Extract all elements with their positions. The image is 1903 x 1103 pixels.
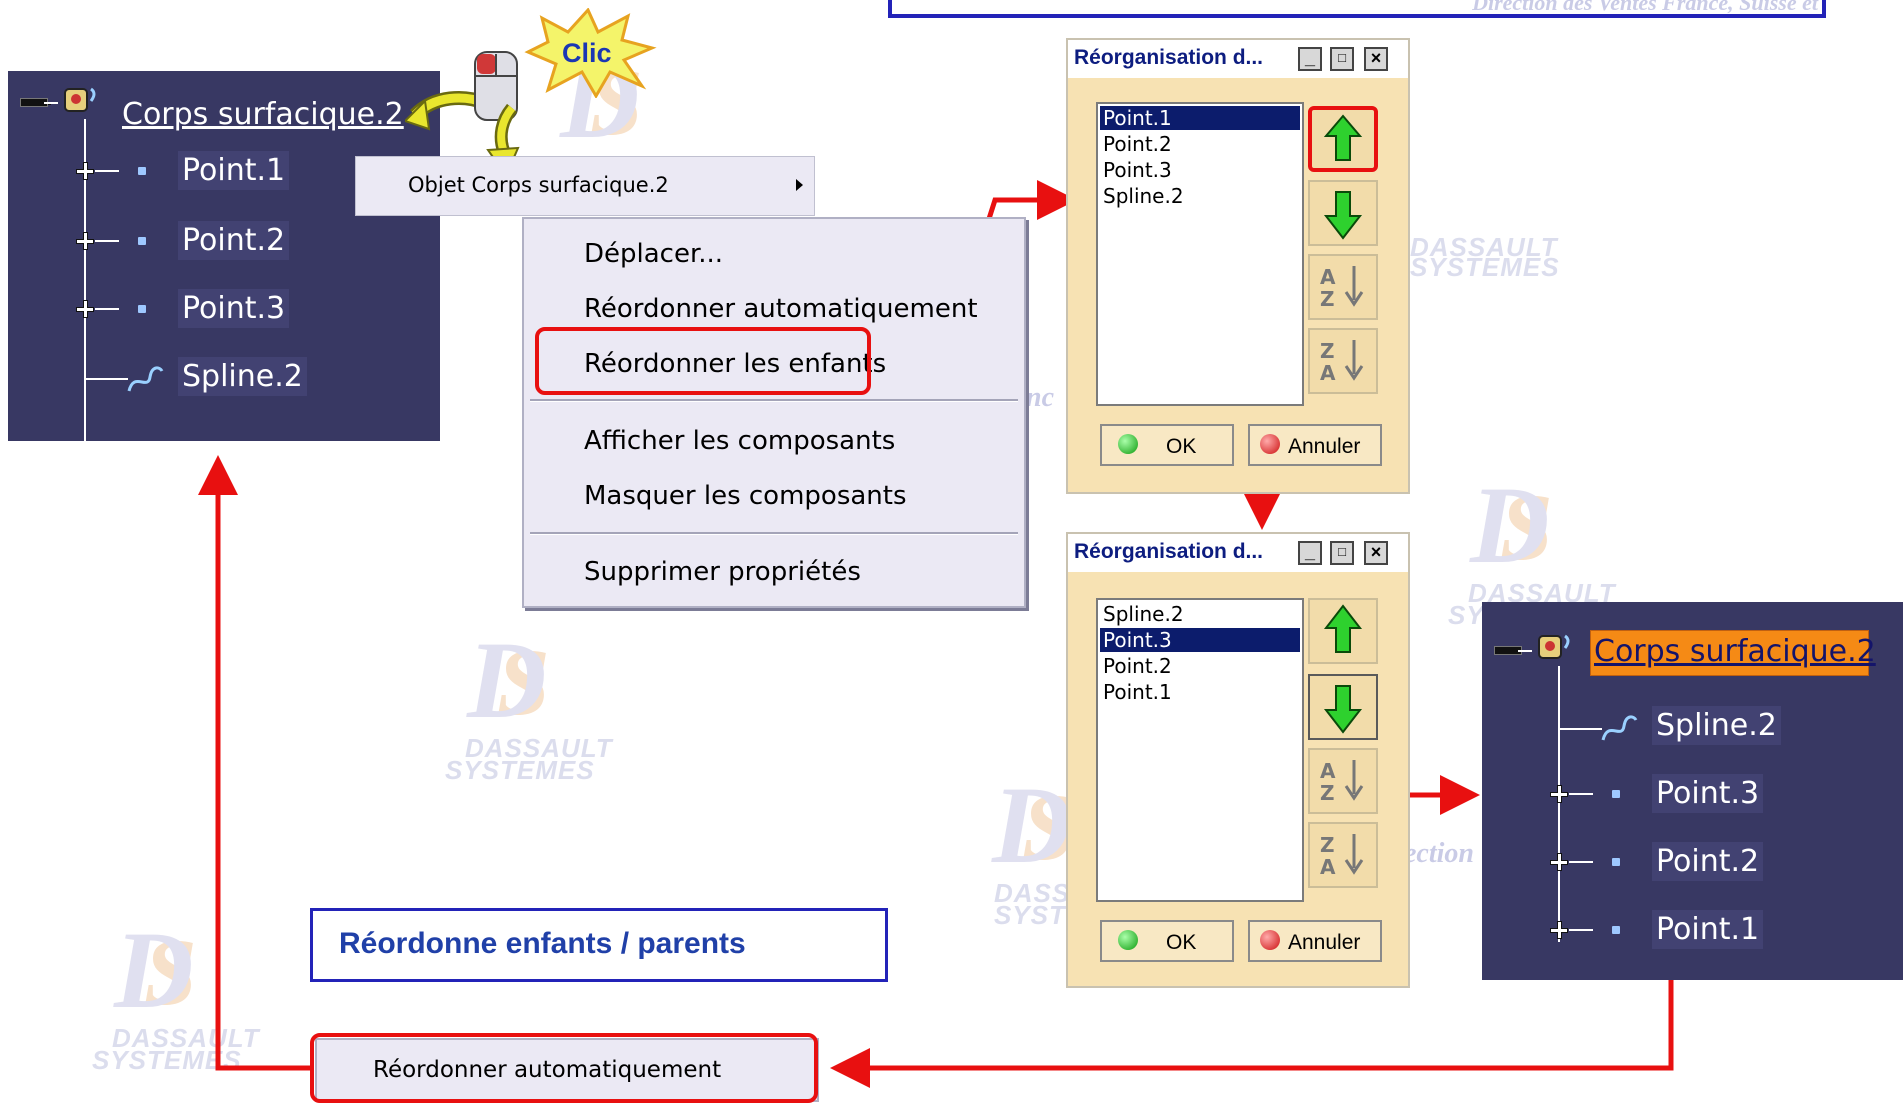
cancel-button[interactable]: Annuler: [1248, 920, 1382, 962]
list-item[interactable]: Spline.2: [1100, 602, 1300, 626]
dialog-title: Réorganisation d...: [1074, 46, 1264, 69]
expand-icon[interactable]: [1549, 920, 1569, 940]
list-item[interactable]: Point.1: [1100, 106, 1300, 130]
svg-text:A: A: [1320, 759, 1336, 783]
svg-text:A: A: [1320, 265, 1336, 289]
minimize-icon[interactable]: _: [1298, 541, 1322, 565]
expand-icon[interactable]: [1549, 784, 1569, 804]
reorder-list[interactable]: Spline.2 Point.3 Point.2 Point.1: [1096, 598, 1304, 902]
spline-icon: [1600, 710, 1640, 746]
close-icon[interactable]: ×: [1364, 541, 1388, 565]
list-item[interactable]: Point.1: [1100, 680, 1300, 704]
object-menu-label: Objet Corps surfacique.2: [408, 173, 669, 197]
svg-text:Z: Z: [1320, 781, 1335, 805]
arrow-back-to-menu: [830, 980, 1674, 1088]
move-up-button[interactable]: [1308, 598, 1378, 664]
svg-text:Z: Z: [1320, 833, 1335, 857]
svg-text:A: A: [1320, 361, 1336, 385]
sort-az-icon[interactable]: AZ: [1308, 748, 1378, 814]
point-icon: [1612, 926, 1620, 934]
ok-icon: [1118, 434, 1138, 454]
point-icon: [138, 305, 146, 313]
move-down-button[interactable]: [1308, 674, 1378, 740]
point-icon: [138, 167, 146, 175]
reorder-dialog-after: Réorganisation d... _ □ × Spline.2 Point…: [1066, 532, 1410, 988]
tree-item-point-2[interactable]: Point.2: [1652, 842, 1764, 881]
submenu-arrow-icon: [796, 179, 803, 191]
tree-item-spline-2[interactable]: Spline.2: [1652, 706, 1781, 745]
svg-text:Z: Z: [1320, 339, 1335, 363]
arrow-up-to-tree: [198, 455, 310, 1071]
tree-item-spline-2[interactable]: Spline.2: [178, 357, 307, 396]
move-up-button[interactable]: [1308, 106, 1378, 172]
cancel-icon: [1260, 434, 1280, 454]
tree-item-point-1[interactable]: Point.1: [1652, 910, 1764, 949]
menu-separator: [530, 532, 1018, 535]
menu-item-masquer[interactable]: Masquer les composants: [584, 481, 907, 511]
expand-icon[interactable]: [75, 299, 95, 319]
ok-button[interactable]: OK: [1100, 920, 1234, 962]
sort-az-icon[interactable]: AZ: [1308, 254, 1378, 320]
caption-box: Réordonne enfants / parents: [310, 908, 888, 982]
clic-label: Clic: [562, 38, 612, 68]
menu-item-supprimer[interactable]: Supprimer propriétés: [584, 557, 861, 587]
list-item[interactable]: Point.3: [1100, 158, 1300, 182]
list-item[interactable]: Point.2: [1100, 132, 1300, 156]
sort-za-icon[interactable]: ZA: [1308, 328, 1378, 394]
tree-item-point-2[interactable]: Point.2: [178, 221, 290, 260]
expand-icon[interactable]: [75, 161, 95, 181]
tree-item-point-1[interactable]: Point.1: [178, 151, 290, 190]
sort-za-icon[interactable]: ZA: [1308, 822, 1378, 888]
point-icon: [1612, 858, 1620, 866]
dialog-titlebar: Réorganisation d... _ □ ×: [1068, 534, 1408, 572]
expand-icon[interactable]: [75, 231, 95, 251]
minimize-icon[interactable]: _: [1298, 47, 1322, 71]
expand-icon[interactable]: [1549, 852, 1569, 872]
menu-item-deplacer[interactable]: Déplacer...: [584, 239, 723, 269]
tree-root-label[interactable]: Corps surfacique.2: [122, 97, 404, 132]
close-icon[interactable]: ×: [1364, 47, 1388, 71]
context-submenu: Déplacer... Réordonner automatiquement R…: [522, 217, 1026, 608]
reorder-dialog-before: Réorganisation d... _ □ × Point.1 Point.…: [1066, 38, 1410, 494]
dialog-title: Réorganisation d...: [1074, 540, 1264, 563]
ok-icon: [1118, 930, 1138, 950]
tree-item-point-3[interactable]: Point.3: [1652, 774, 1764, 813]
highlight-frame: [310, 1033, 818, 1103]
svg-text:Z: Z: [1320, 287, 1335, 311]
tree-after-panel: Corps surfacique.2 Spline.2 Point.3 Poin…: [1482, 602, 1903, 980]
tree-root-label[interactable]: Corps surfacique.2: [1594, 634, 1876, 669]
object-menu-item[interactable]: Objet Corps surfacique.2: [355, 156, 815, 216]
maximize-icon[interactable]: □: [1330, 541, 1354, 565]
menu-item-afficher[interactable]: Afficher les composants: [584, 426, 895, 456]
tree-item-point-3[interactable]: Point.3: [178, 289, 290, 328]
move-down-button[interactable]: [1308, 180, 1378, 246]
point-icon: [1612, 790, 1620, 798]
dialog-titlebar: Réorganisation d... _ □ ×: [1068, 40, 1408, 78]
cancel-icon: [1260, 930, 1280, 950]
highlight-frame: [535, 327, 871, 395]
reorder-list[interactable]: Point.1 Point.2 Point.3 Spline.2: [1096, 102, 1304, 406]
list-item[interactable]: Spline.2: [1100, 184, 1300, 208]
clic-callout: Clic: [518, 7, 658, 99]
surface-body-icon: [61, 83, 101, 119]
list-item[interactable]: Point.2: [1100, 654, 1300, 678]
surface-body-icon: [1535, 630, 1575, 666]
tree-before-panel: Corps surfacique.2 Point.1 Point.2 Point…: [8, 71, 440, 449]
point-icon: [138, 237, 146, 245]
ok-button[interactable]: OK: [1100, 424, 1234, 466]
svg-text:A: A: [1320, 855, 1336, 879]
spline-icon: [126, 361, 166, 397]
menu-separator: [530, 399, 1018, 402]
maximize-icon[interactable]: □: [1330, 47, 1354, 71]
list-item[interactable]: Point.3: [1100, 628, 1300, 652]
caption-text: Réordonne enfants / parents: [339, 927, 746, 960]
menu-item-reordonner-auto[interactable]: Réordonner automatiquement: [584, 294, 978, 324]
cancel-button[interactable]: Annuler: [1248, 424, 1382, 466]
